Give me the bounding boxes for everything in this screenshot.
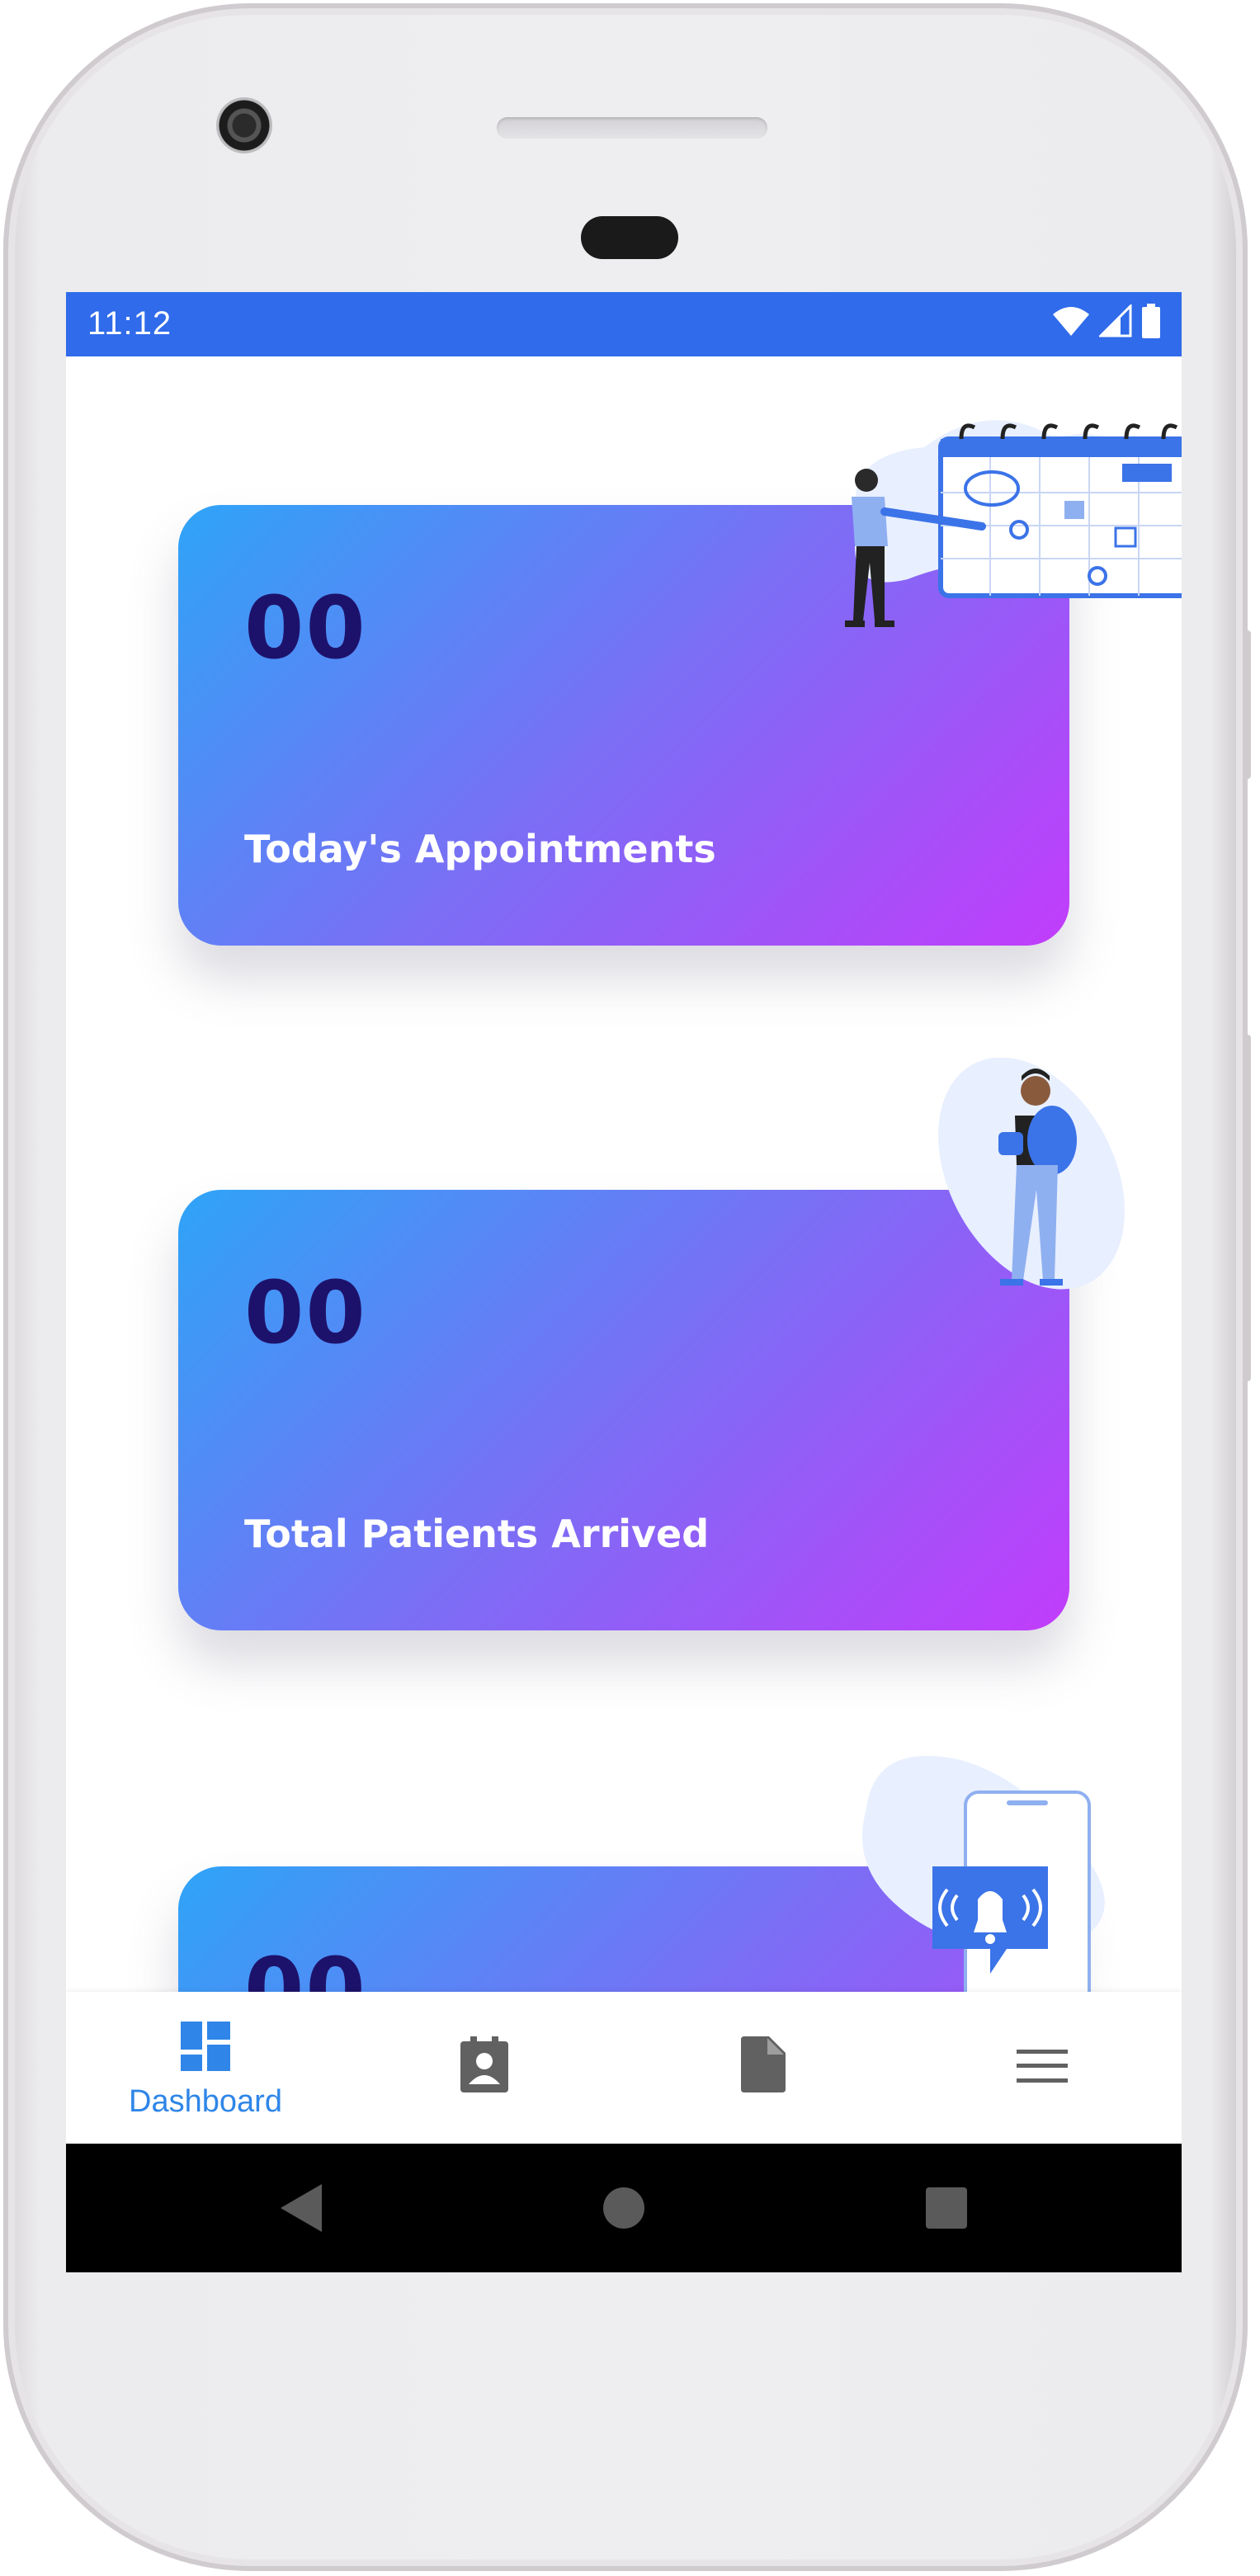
home-icon[interactable] xyxy=(602,2187,645,2229)
earpiece-speaker xyxy=(497,117,767,139)
wifi-icon xyxy=(1053,307,1089,336)
patient-arrived-illustration xyxy=(938,1058,1125,1290)
nav-label-dashboard: Dashboard xyxy=(129,2084,282,2119)
total-patients-arrived-count: 00 xyxy=(244,1262,367,1363)
total-patients-arrived-label: Total Patients Arrived xyxy=(244,1512,710,1556)
cellular-signal-icon xyxy=(1099,304,1132,337)
patients-arrived-card-block: 00 Total Patients Arrived xyxy=(66,1033,1182,1677)
status-icons xyxy=(1051,304,1162,338)
nav-item-documents[interactable] xyxy=(624,1992,903,2144)
volume-button xyxy=(1244,1035,1251,1381)
menu-icon xyxy=(1017,2050,1068,2083)
back-icon[interactable] xyxy=(281,2184,323,2232)
todays-appointments-label: Today's Appointments xyxy=(244,827,716,871)
notifications-count: 00 xyxy=(244,1939,367,1998)
nav-item-menu[interactable] xyxy=(903,1992,1182,2144)
nav-item-dashboard[interactable]: Dashboard xyxy=(66,1992,345,2144)
document-icon xyxy=(741,2036,786,2092)
recents-icon[interactable] xyxy=(926,2187,967,2229)
battery-icon xyxy=(1142,304,1160,338)
status-bar: 11:12 xyxy=(66,292,1182,356)
notifications-card-block: 00 xyxy=(66,1710,1182,1998)
system-navigation-bar xyxy=(66,2144,1182,2272)
status-time: 11:12 xyxy=(87,305,172,342)
dashboard-icon xyxy=(181,2022,230,2071)
front-camera xyxy=(216,97,272,153)
bottom-navigation: Dashboard xyxy=(66,1992,1182,2144)
proximity-sensor xyxy=(581,216,678,259)
screen: 11:12 00 Today's Appointments 00 Total P… xyxy=(66,292,1182,2272)
todays-appointments-count: 00 xyxy=(244,578,367,678)
appointments-card-block: 00 Today's Appointments xyxy=(66,356,1182,1000)
notification-phone-illustration xyxy=(862,1756,1105,1998)
calendar-planning-illustration xyxy=(845,420,1182,627)
dashboard-scroll[interactable]: 00 Today's Appointments 00 Total Patient… xyxy=(66,356,1182,1998)
power-button xyxy=(1244,630,1251,779)
contact-book-icon xyxy=(460,2036,508,2092)
nav-item-contacts[interactable] xyxy=(345,1992,624,2144)
